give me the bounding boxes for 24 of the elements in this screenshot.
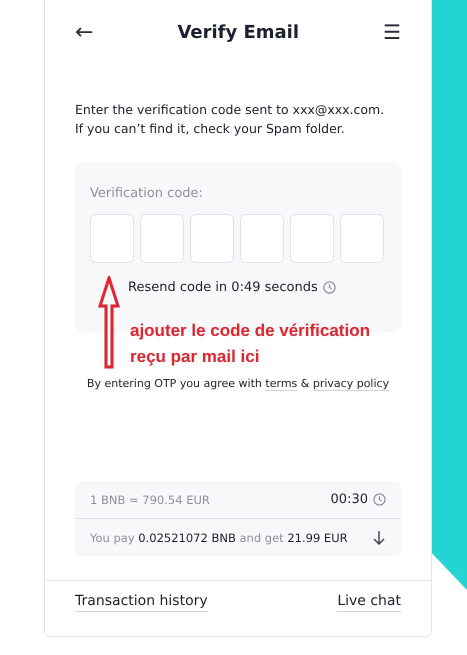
clock-icon xyxy=(322,281,336,294)
transaction-history-link[interactable]: Transaction history xyxy=(75,593,208,612)
page-title: Verify Email xyxy=(177,22,300,42)
back-button[interactable]: ← xyxy=(75,20,94,44)
live-chat-link[interactable]: Live chat xyxy=(337,593,401,612)
annotation-text: ajouter le code de vérification reçu par mail ici xyxy=(130,320,370,368)
field-label: Verification code: xyxy=(90,186,204,201)
digit-field[interactable] xyxy=(290,214,334,263)
clock-icon xyxy=(373,493,386,506)
resend-text: Resend code in 0:49 seconds xyxy=(128,280,318,295)
privacy-policy-link[interactable]: privacy policy xyxy=(312,377,390,391)
digit-field[interactable] xyxy=(240,214,284,263)
instruction-text: Enter the verification code sent to xxx@xxx.com. If you can’t find it, check your Spam folder. xyxy=(75,101,386,138)
digit-field[interactable] xyxy=(90,214,134,263)
exchange-rate: 1 BNB = 790.54 EUR xyxy=(90,492,210,506)
menu-button[interactable]: ☰ xyxy=(383,20,401,44)
expand-button[interactable] xyxy=(372,530,386,546)
digit-field[interactable] xyxy=(190,214,234,263)
digit-field[interactable] xyxy=(140,214,184,263)
digit-field[interactable] xyxy=(340,214,384,263)
terms-link[interactable]: terms xyxy=(265,377,298,391)
agreement-text: By entering OTP you agree with terms & privacy policy xyxy=(86,377,390,390)
payment-summary: You pay 0.02521072 BNB and get 21.99 EUR xyxy=(90,530,348,544)
quote-timer: 00:30 xyxy=(330,492,368,507)
